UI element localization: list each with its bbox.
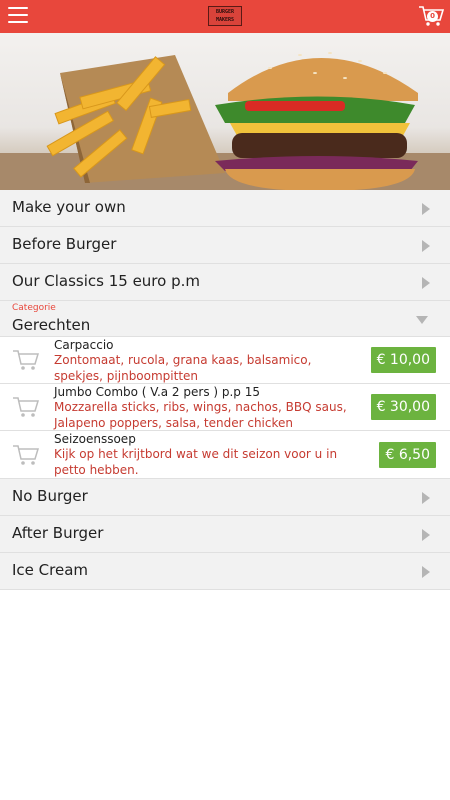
cart-icon bbox=[13, 397, 40, 417]
cart-count-badge: 0 bbox=[427, 11, 438, 22]
price-button[interactable]: € 6,50 bbox=[379, 442, 436, 468]
cart-button[interactable]: 0 bbox=[418, 5, 445, 27]
hero-image bbox=[0, 33, 450, 190]
logo-text: BURGER MAKERS bbox=[215, 9, 235, 23]
add-to-cart-button[interactable] bbox=[12, 395, 40, 419]
chevron-right-icon bbox=[422, 203, 430, 215]
item-name: Carpaccio bbox=[54, 338, 114, 352]
price-button[interactable]: € 30,00 bbox=[370, 394, 436, 420]
chevron-right-icon bbox=[422, 492, 430, 504]
chevron-right-icon bbox=[422, 277, 430, 289]
chevron-down-icon bbox=[416, 316, 428, 324]
category-label: No Burger bbox=[12, 487, 88, 505]
add-to-cart-button[interactable] bbox=[12, 443, 40, 467]
add-to-cart-button[interactable] bbox=[12, 348, 40, 372]
price-button[interactable]: € 10,00 bbox=[370, 347, 436, 373]
category-label: Make your own bbox=[12, 198, 126, 216]
category-ice-cream[interactable]: Ice Cream bbox=[0, 553, 450, 590]
top-bar: BURGER MAKERS 0 bbox=[0, 0, 450, 33]
item-name: Seizoenssoep bbox=[54, 432, 136, 446]
chevron-right-icon bbox=[422, 566, 430, 578]
category-no-burger[interactable]: No Burger bbox=[0, 479, 450, 516]
item-description: Kijk op het krijtbord wat we dit seizon … bbox=[54, 447, 338, 477]
logo: BURGER MAKERS bbox=[208, 6, 242, 26]
menu-item: Seizoenssoep Kijk op het krijtbord wat w… bbox=[0, 431, 450, 479]
category-after-burger[interactable]: After Burger bbox=[0, 516, 450, 553]
item-name: Jumbo Combo ( V.a 2 pers ) p.p 15 bbox=[54, 385, 261, 399]
category-make-your-own[interactable]: Make your own bbox=[0, 190, 450, 227]
category-before-burger[interactable]: Before Burger bbox=[0, 227, 450, 264]
category-label: Before Burger bbox=[12, 235, 117, 253]
cart-icon bbox=[13, 350, 40, 370]
cart-icon bbox=[13, 445, 40, 465]
chevron-right-icon bbox=[422, 240, 430, 252]
category-label: Ice Cream bbox=[12, 561, 89, 579]
category-gerechten[interactable]: Categorie Gerechten bbox=[0, 301, 450, 337]
category-caption: Categorie bbox=[12, 303, 56, 313]
menu-list: Make your own Before Burger Our Classics… bbox=[0, 190, 450, 590]
item-description: Mozzarella sticks, ribs, wings, nachos, … bbox=[54, 400, 347, 430]
menu-item: Jumbo Combo ( V.a 2 pers ) p.p 15 Mozzar… bbox=[0, 384, 450, 431]
category-label: Our Classics 15 euro p.m bbox=[12, 272, 200, 290]
chevron-right-icon bbox=[422, 529, 430, 541]
category-our-classics[interactable]: Our Classics 15 euro p.m bbox=[0, 264, 450, 301]
category-label: Gerechten bbox=[12, 316, 91, 334]
category-label: After Burger bbox=[12, 524, 104, 542]
item-description: Zontomaat, rucola, grana kaas, balsamico… bbox=[54, 353, 312, 383]
hamburger-icon[interactable] bbox=[8, 7, 28, 25]
menu-item: Carpaccio Zontomaat, rucola, grana kaas,… bbox=[0, 337, 450, 384]
